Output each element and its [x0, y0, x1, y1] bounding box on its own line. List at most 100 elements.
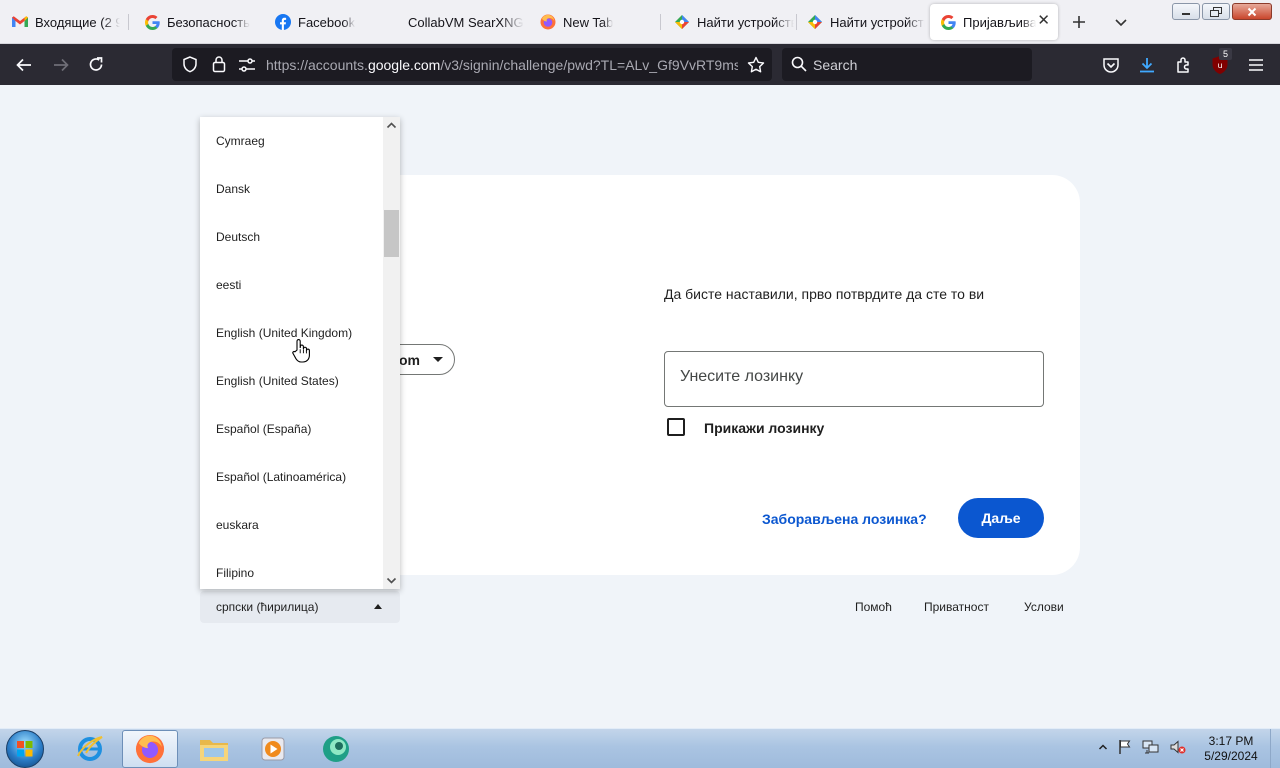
tab-collabvm-searxng[interactable]: CollabVM SearXNG — [398, 4, 526, 40]
minimize-window-button[interactable] — [1172, 3, 1200, 20]
taskbar-collabvm-app[interactable] — [308, 730, 364, 768]
forgot-password-link[interactable]: Заборављена лозинка? — [762, 511, 927, 527]
url-text[interactable]: https://accounts.google.com/v3/signin/ch… — [266, 57, 738, 73]
restore-window-button[interactable] — [1202, 3, 1230, 20]
arrow-left-icon — [16, 58, 31, 72]
tab-label: Входящие (2 903 — [35, 14, 120, 30]
file-explorer-icon — [200, 740, 228, 761]
permissions-icon[interactable] — [238, 57, 256, 73]
url-prefix: https://accounts. — [266, 57, 368, 73]
account-chip-label: om — [399, 352, 420, 368]
password-input[interactable] — [680, 368, 1020, 386]
taskbar-media-player[interactable] — [246, 730, 302, 768]
action-center-flag-icon[interactable] — [1117, 739, 1133, 755]
tab-label: Безопасность — [167, 14, 250, 30]
tab-facebook[interactable]: Facebook — [265, 4, 385, 40]
browser-navigation-bar: https://accounts.google.com/v3/signin/ch… — [0, 44, 1280, 85]
download-arrow-icon — [1140, 58, 1154, 73]
dropdown-scrollbar[interactable] — [383, 117, 400, 589]
tab-find-device-1[interactable]: Найти устройств — [664, 4, 794, 40]
footer-terms-link[interactable]: Услови — [1024, 600, 1064, 614]
search-bar[interactable]: Search — [782, 48, 1032, 81]
system-tray — [1098, 739, 1187, 755]
collabvm-icon — [323, 736, 349, 762]
find-device-icon — [807, 14, 823, 30]
language-option[interactable]: eesti — [200, 261, 383, 309]
clock-date: 5/29/2024 — [1204, 749, 1258, 763]
caret-down-icon — [433, 357, 443, 362]
language-option[interactable]: Cymraeg — [200, 117, 383, 165]
tab-label: CollabVM SearXNG — [408, 14, 524, 30]
scroll-down-arrow-icon[interactable] — [386, 575, 397, 586]
clock-time: 3:17 PM — [1208, 734, 1254, 748]
close-tab-icon[interactable]: ✕ — [1037, 13, 1050, 29]
hamburger-menu-icon — [1249, 59, 1263, 71]
tab-label: New Tab — [563, 14, 614, 30]
windows-taskbar: 3:17 PM 5/29/2024 — [0, 728, 1280, 768]
restore-icon — [1210, 6, 1222, 17]
media-player-icon — [261, 737, 285, 761]
forward-button[interactable] — [48, 52, 74, 78]
show-desktop-button[interactable] — [1270, 729, 1280, 768]
back-button[interactable] — [11, 52, 37, 78]
find-device-icon — [674, 14, 690, 30]
language-option[interactable]: Deutsch — [200, 213, 383, 261]
password-field[interactable] — [664, 351, 1044, 407]
show-hidden-icons-arrow-icon[interactable] — [1098, 742, 1108, 752]
network-icon[interactable] — [1142, 739, 1160, 755]
tab-gmail-inbox[interactable]: Входящие (2 903 — [2, 4, 120, 40]
ublock-extension-button[interactable]: u 5 — [1207, 48, 1233, 78]
downloads-button[interactable] — [1134, 52, 1160, 78]
reload-button[interactable] — [83, 52, 109, 78]
taskbar-internet-explorer[interactable] — [62, 730, 118, 768]
verify-identity-text: Да бисте наставили, прво потврдите да ст… — [664, 286, 985, 302]
puzzle-piece-icon — [1177, 57, 1189, 73]
language-option[interactable]: Dansk — [200, 165, 383, 213]
footer-privacy-link[interactable]: Приватност — [924, 600, 989, 614]
search-placeholder: Search — [813, 57, 858, 73]
language-option[interactable]: Filipino — [200, 549, 383, 589]
language-select[interactable]: српски (ћирилица) — [200, 591, 400, 623]
scrollbar-thumb[interactable] — [384, 210, 399, 257]
taskbar-file-explorer[interactable] — [186, 730, 242, 768]
language-select-value: српски (ћирилица) — [216, 600, 319, 614]
address-bar[interactable]: https://accounts.google.com/v3/signin/ch… — [172, 48, 772, 81]
firefox-icon — [135, 734, 165, 764]
volume-muted-icon[interactable] — [1169, 739, 1187, 755]
taskbar-clock[interactable]: 3:17 PM 5/29/2024 — [1196, 734, 1266, 764]
scroll-up-arrow-icon[interactable] — [386, 120, 397, 131]
pocket-button[interactable] — [1098, 52, 1124, 78]
bookmark-star-icon[interactable] — [747, 56, 765, 74]
close-window-button[interactable] — [1232, 3, 1272, 20]
language-option[interactable]: euskara — [200, 501, 383, 549]
minimize-icon — [1182, 12, 1190, 15]
reload-icon — [89, 57, 103, 71]
language-option[interactable]: Español (España) — [200, 405, 383, 453]
svg-text:u: u — [1217, 61, 1222, 70]
show-password-label[interactable]: Прикажи лозинку — [704, 420, 824, 436]
language-option[interactable]: Español (Latinoamérica) — [200, 453, 383, 501]
new-tab-button[interactable] — [1066, 10, 1092, 34]
next-button[interactable]: Даље — [958, 498, 1044, 538]
browser-tab-strip: Входящие (2 903 Безопасность Facebook Co… — [0, 0, 1280, 44]
tab-find-device-2[interactable]: Найти устройств — [797, 4, 925, 40]
tab-new-tab[interactable]: New Tab — [530, 4, 656, 40]
tab-sign-in-active[interactable]: Пријављиван ✕ — [930, 4, 1058, 40]
list-all-tabs-button[interactable] — [1108, 10, 1134, 34]
start-button[interactable] — [6, 730, 44, 768]
extensions-button[interactable] — [1171, 52, 1197, 78]
url-path: /v3/signin/challenge/pwd?TL=ALv_Gf9VvRT9… — [440, 57, 738, 73]
pocket-icon — [1103, 58, 1119, 73]
lock-icon[interactable] — [212, 55, 226, 73]
arrow-right-icon — [54, 58, 69, 72]
show-password-checkbox[interactable] — [667, 418, 685, 436]
tracking-protection-shield-icon[interactable] — [182, 56, 198, 73]
tab-security[interactable]: Безопасность — [134, 4, 260, 40]
footer-help-link[interactable]: Помоћ — [855, 600, 892, 614]
language-option[interactable]: English (United States) — [200, 357, 383, 405]
hand-pointer-cursor-icon — [292, 339, 310, 363]
app-menu-button[interactable] — [1243, 52, 1269, 78]
close-icon — [1247, 7, 1257, 16]
extension-badge: 5 — [1219, 48, 1232, 60]
taskbar-firefox[interactable] — [122, 730, 178, 768]
